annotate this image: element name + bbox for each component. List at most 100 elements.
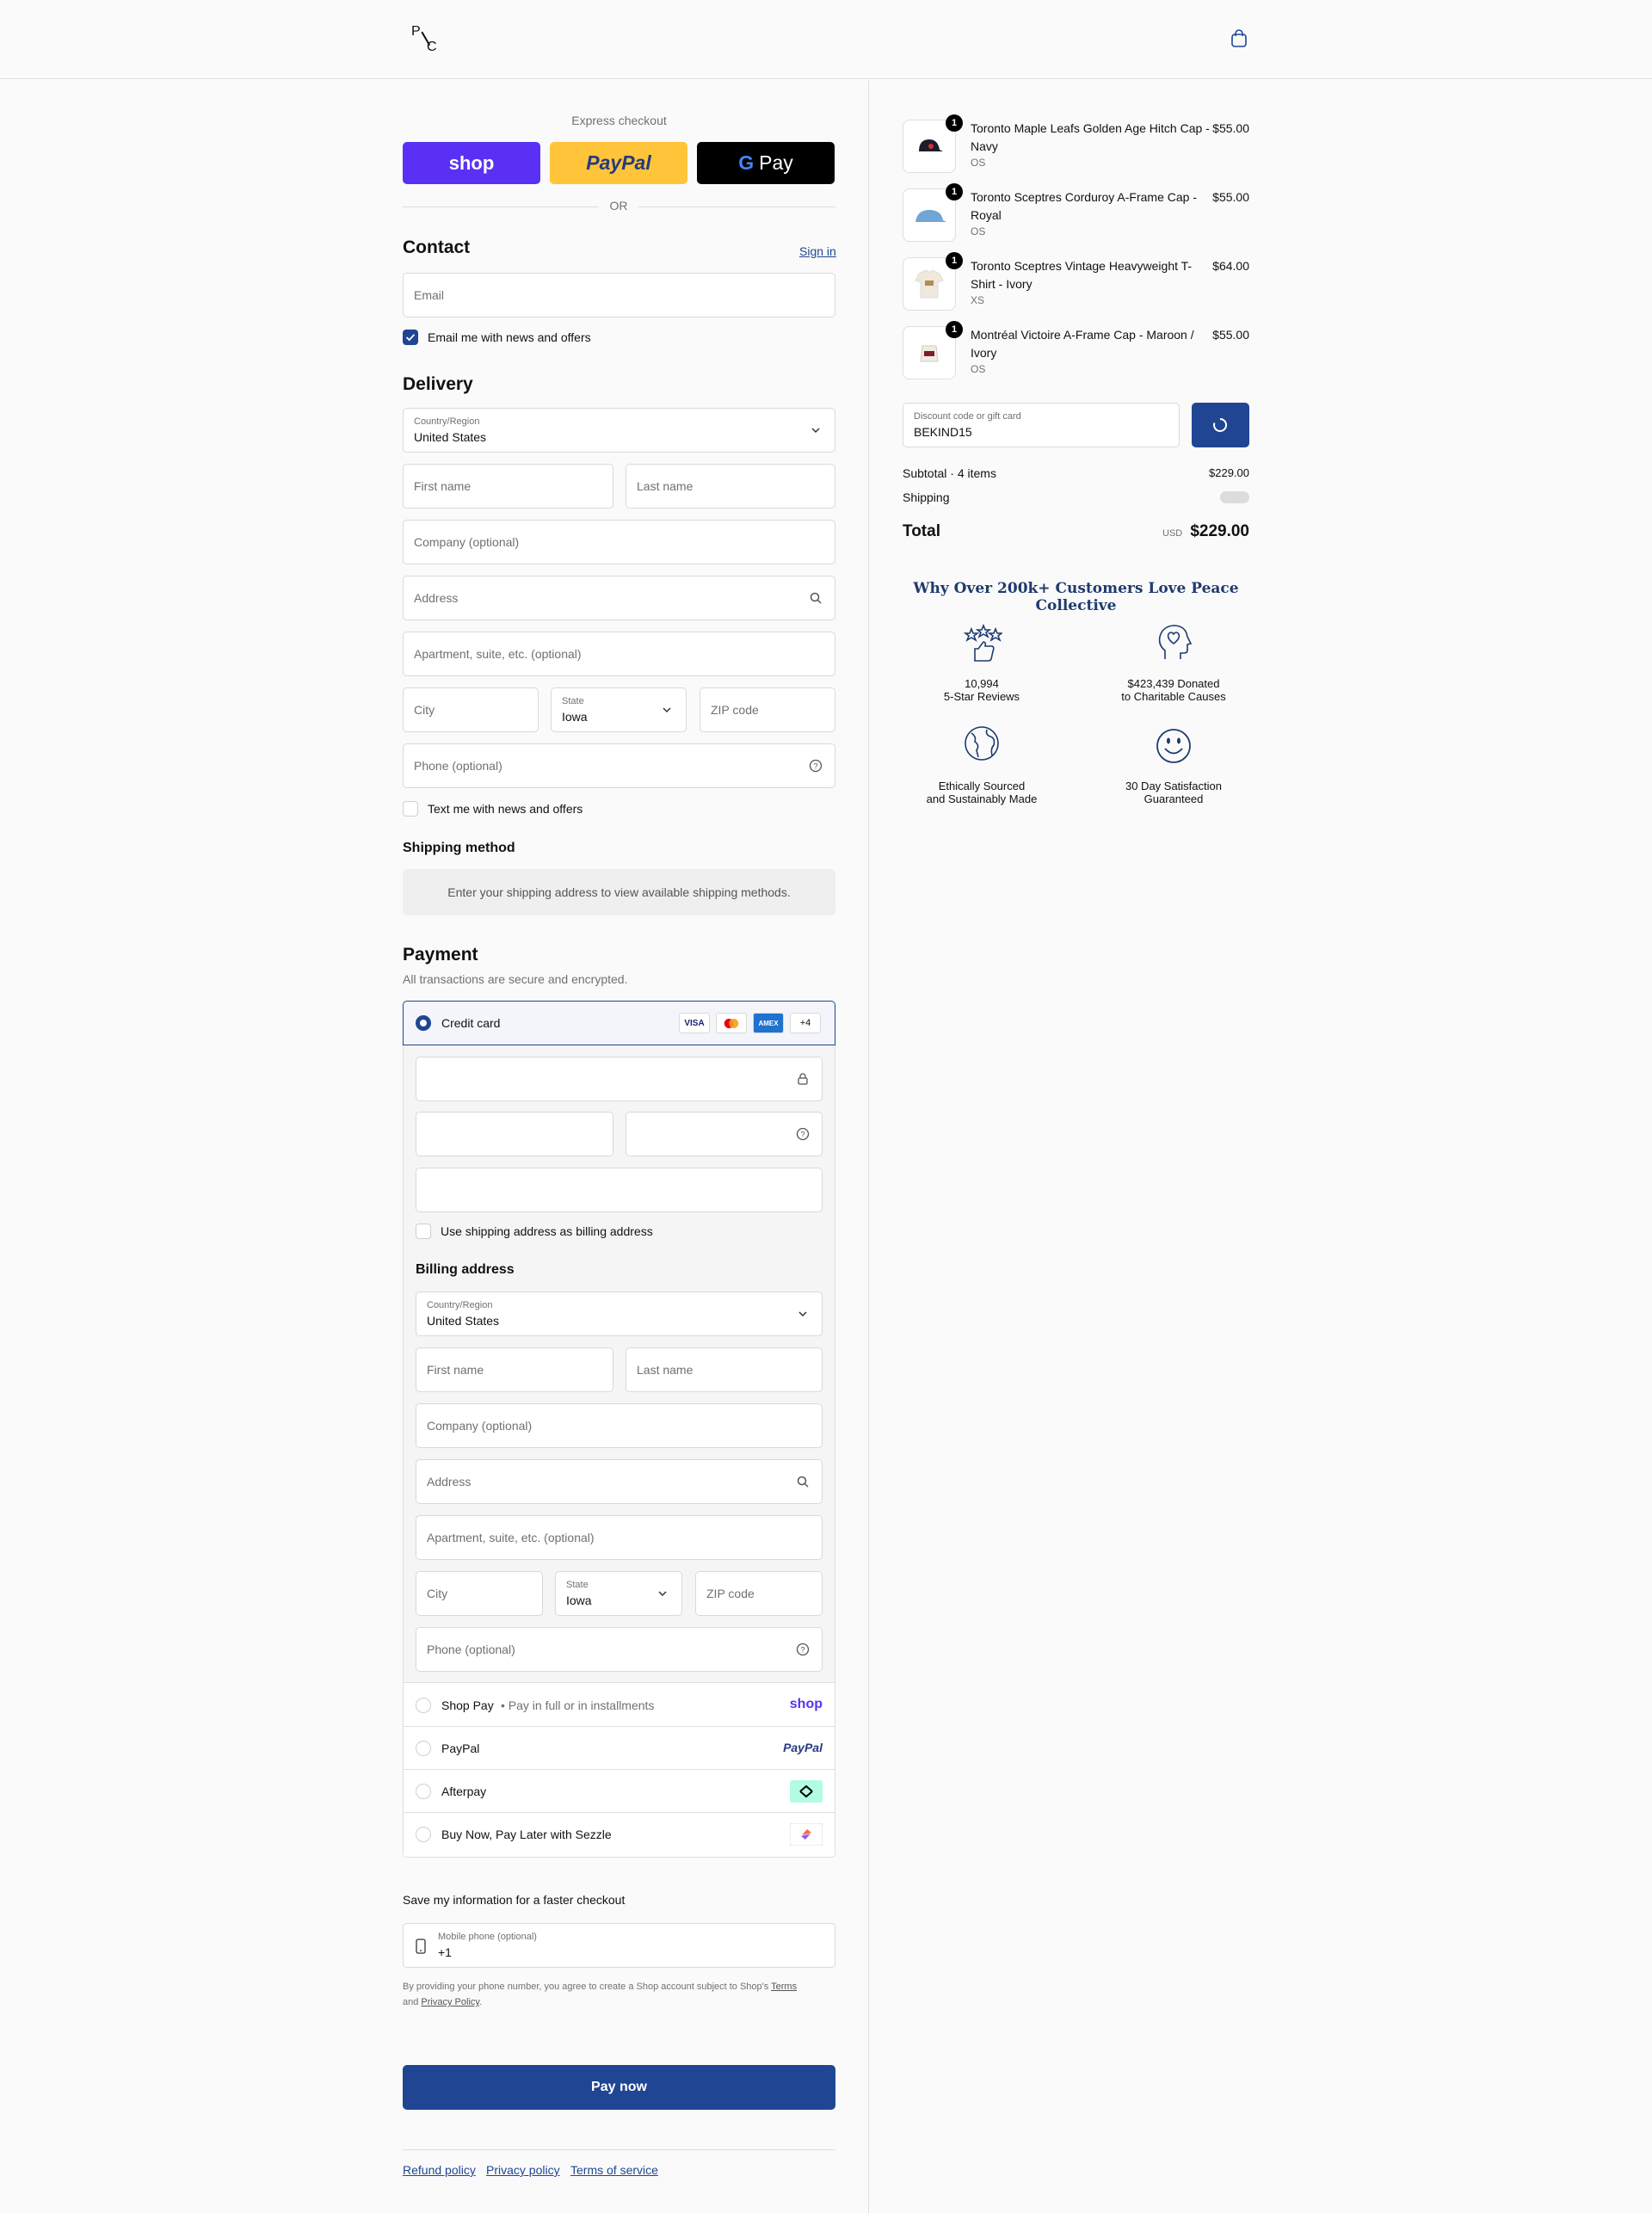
header: P C: [0, 0, 1652, 79]
item-variant: OS: [971, 157, 986, 169]
country-select[interactable]: Country/Region United States: [403, 408, 835, 453]
use-shipping-checkbox[interactable]: [416, 1224, 431, 1239]
terms-link[interactable]: Terms: [771, 1982, 797, 1992]
card-expiry-field[interactable]: [416, 1112, 613, 1156]
billing-city-field[interactable]: City: [416, 1571, 543, 1616]
shipping-method-notice: Enter your shipping address to view avai…: [403, 869, 835, 915]
company-field[interactable]: Company (optional): [403, 520, 835, 564]
privacy-policy-footer-link[interactable]: Privacy policy: [486, 2163, 560, 2177]
credit-card-label: Credit card: [441, 1016, 501, 1030]
item-price: $55.00: [1212, 328, 1249, 342]
help-icon[interactable]: ?: [796, 1643, 810, 1656]
subtotal-label: Subtotal · 4 items: [903, 466, 996, 480]
sign-in-link[interactable]: Sign in: [799, 244, 836, 258]
or-label: OR: [609, 199, 628, 213]
first-name-placeholder: First name: [414, 479, 472, 493]
paypal-option[interactable]: PayPal PayPal: [404, 1727, 835, 1770]
last-name-placeholder: Last name: [637, 479, 693, 493]
mobile-phone-field[interactable]: Mobile phone (optional) +1: [403, 1923, 835, 1968]
billing-first-name-field[interactable]: First name: [416, 1347, 613, 1392]
apply-discount-button[interactable]: [1192, 403, 1249, 447]
afterpay-radio[interactable]: [416, 1784, 431, 1799]
billing-apartment-field[interactable]: Apartment, suite, etc. (optional): [416, 1515, 823, 1560]
logo-letter-p: P: [411, 24, 421, 39]
state-label: State: [562, 696, 584, 706]
save-info-title: Save my information for a faster checkou…: [403, 1893, 626, 1907]
globe-icon: [965, 726, 999, 761]
refund-policy-link[interactable]: Refund policy: [403, 2163, 476, 2177]
lock-icon: [798, 1073, 808, 1085]
item-price: $55.00: [1212, 190, 1249, 204]
paypal-button[interactable]: PayPal: [550, 142, 687, 184]
email-news-checkbox[interactable]: [403, 330, 418, 345]
chevron-down-icon: [811, 428, 820, 434]
state-select[interactable]: State Iowa: [551, 687, 687, 732]
stat-ethical: Ethically Sourced and Sustainably Made: [896, 780, 1068, 805]
why-us-title: Why Over 200k+ Customers Love Peace Coll…: [913, 580, 1239, 614]
paypal-radio[interactable]: [416, 1741, 431, 1756]
shop-pay-label: shop: [448, 151, 495, 174]
apartment-field[interactable]: Apartment, suite, etc. (optional): [403, 632, 835, 676]
shop-pay-option-sub: • Pay in full or in installments: [501, 1698, 655, 1712]
stat-guarantee: 30 Day Satisfaction Guaranteed: [1088, 780, 1260, 805]
shipping-method-message: Enter your shipping address to view avai…: [447, 885, 791, 899]
city-placeholder: City: [414, 703, 435, 717]
amex-icon: AMEX: [753, 1013, 784, 1033]
address-field[interactable]: Address: [403, 576, 835, 620]
stat-reviews: 10,994 5-Star Reviews: [896, 677, 1068, 703]
phone-field[interactable]: Phone (optional) ?: [403, 743, 835, 788]
afterpay-option[interactable]: Afterpay: [404, 1770, 835, 1813]
search-icon: [810, 592, 822, 604]
shop-pay-option[interactable]: Shop Pay • Pay in full or in installment…: [404, 1684, 835, 1727]
privacy-policy-link[interactable]: Privacy Policy: [421, 1997, 479, 2007]
shop-pay-button[interactable]: shop: [403, 142, 540, 184]
sezzle-option[interactable]: Buy Now, Pay Later with Sezzle: [404, 1813, 835, 1856]
billing-country-label: Country/Region: [427, 1300, 493, 1310]
billing-address-placeholder: Address: [427, 1475, 472, 1489]
total-label: Total: [903, 522, 940, 540]
terms-of-service-link[interactable]: Terms of service: [570, 2163, 658, 2177]
card-name-field[interactable]: [416, 1168, 823, 1212]
google-pay-button[interactable]: G Pay: [697, 142, 835, 184]
last-name-field[interactable]: Last name: [626, 464, 835, 509]
card-number-field[interactable]: [416, 1057, 823, 1101]
credit-card-radio[interactable]: [416, 1015, 431, 1031]
discount-code-field[interactable]: Discount code or gift card BEKIND15: [903, 403, 1180, 447]
help-icon[interactable]: ?: [809, 759, 823, 773]
logo-letter-c: C: [427, 40, 437, 54]
store-logo[interactable]: P C: [410, 22, 441, 57]
item-name: Toronto Sceptres Corduroy A-Frame Cap - …: [971, 190, 1197, 222]
cart-bag-icon[interactable]: [1230, 29, 1248, 48]
pay-now-button[interactable]: Pay now: [403, 2065, 835, 2110]
email-field[interactable]: Email: [403, 273, 835, 317]
sezzle-radio[interactable]: [416, 1827, 431, 1842]
smiley-icon: [1156, 729, 1191, 763]
use-shipping-label: Use shipping address as billing address: [441, 1224, 653, 1238]
afterpay-icon: [790, 1780, 823, 1803]
email-news-label: Email me with news and offers: [428, 330, 591, 344]
svg-text:?: ?: [800, 1131, 804, 1139]
item-name: Montréal Victoire A-Frame Cap - Maroon /…: [971, 328, 1194, 360]
billing-zip-field[interactable]: ZIP code: [695, 1571, 823, 1616]
billing-last-name-field[interactable]: Last name: [626, 1347, 823, 1392]
shop-pay-radio[interactable]: [416, 1698, 431, 1713]
mobile-phone-icon: [416, 1939, 426, 1954]
card-cvv-field[interactable]: ?: [626, 1112, 823, 1156]
city-field[interactable]: City: [403, 687, 539, 732]
subtotal-value: $229.00: [1209, 466, 1249, 479]
billing-state-select[interactable]: State Iowa: [555, 1571, 682, 1616]
billing-company-field[interactable]: Company (optional): [416, 1403, 823, 1448]
quantity-badge: 1: [946, 252, 963, 269]
shipping-method-title: Shipping method: [403, 841, 515, 855]
billing-country-select[interactable]: Country/Region United States: [416, 1291, 823, 1336]
first-name-field[interactable]: First name: [403, 464, 613, 509]
billing-phone-field[interactable]: Phone (optional) ?: [416, 1627, 823, 1672]
delivery-title: Delivery: [403, 374, 473, 394]
sms-news-checkbox[interactable]: [403, 801, 418, 817]
shop-logo: shop: [789, 1697, 823, 1711]
quantity-badge: 1: [946, 183, 963, 200]
billing-zip-placeholder: ZIP code: [706, 1587, 755, 1600]
billing-address-field[interactable]: Address: [416, 1459, 823, 1504]
zip-field[interactable]: ZIP code: [700, 687, 835, 732]
help-icon[interactable]: ?: [796, 1127, 810, 1141]
